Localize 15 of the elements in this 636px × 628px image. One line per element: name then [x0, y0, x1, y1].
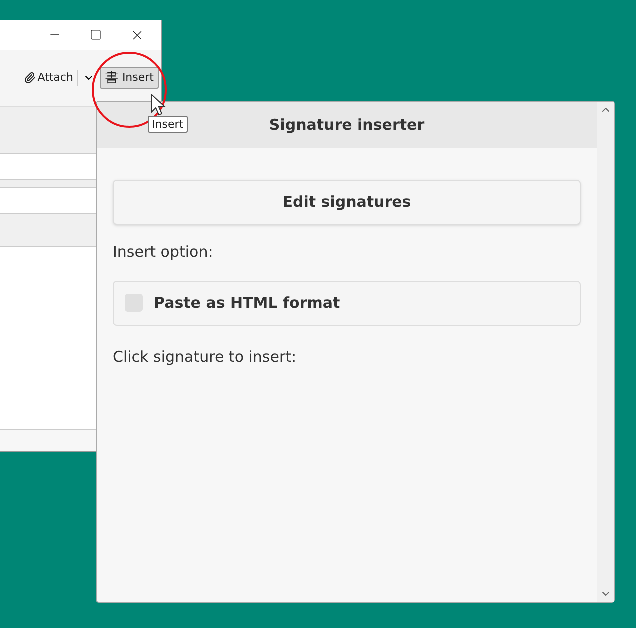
- subject-field[interactable]: [0, 187, 96, 214]
- tooltip: Insert: [148, 116, 188, 133]
- paste-html-label: Paste as HTML format: [154, 292, 340, 314]
- attach-button[interactable]: Attach: [22, 70, 78, 86]
- click-hint: Click signature to insert:: [113, 346, 298, 368]
- address-field[interactable]: [0, 153, 96, 180]
- paste-html-option[interactable]: Paste as HTML format: [113, 280, 581, 326]
- panel-title: Signature inserter: [269, 114, 425, 136]
- insert-option-label: Insert option:: [113, 242, 214, 263]
- paperclip-icon: [24, 72, 36, 84]
- edit-signatures-button[interactable]: Edit signatures: [113, 180, 581, 225]
- maximize-icon[interactable]: [90, 29, 102, 41]
- scrollbar[interactable]: [597, 102, 614, 602]
- insert-button[interactable]: 書 Insert: [100, 67, 159, 89]
- insert-icon: 書: [105, 72, 118, 84]
